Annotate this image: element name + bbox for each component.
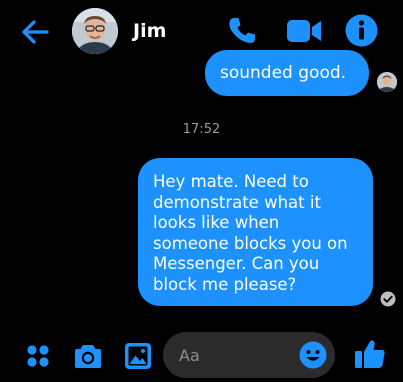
info-icon[interactable] (345, 14, 378, 47)
camera-icon[interactable] (74, 343, 102, 369)
seen-avatar (377, 72, 397, 92)
phone-icon[interactable] (226, 15, 258, 47)
menu-dots-icon[interactable] (26, 344, 50, 368)
emoji-icon[interactable] (299, 341, 327, 369)
message-composer (0, 326, 403, 382)
message-timestamp: 17:52 (182, 122, 221, 137)
message-input-container (163, 332, 335, 378)
arrow-left-icon[interactable] (20, 17, 50, 47)
previous-message-text: sounded good. (220, 63, 347, 83)
seen-avatar-photo (377, 72, 397, 92)
message-input[interactable] (179, 332, 289, 378)
sent-message-bubble[interactable]: Hey mate. Need to demonstrate what it lo… (138, 158, 373, 306)
thumbs-up-icon[interactable] (354, 338, 386, 370)
contact-name[interactable]: Jim (133, 19, 166, 43)
avatar-photo (72, 8, 118, 54)
video-camera-icon[interactable] (286, 17, 322, 45)
contact-avatar[interactable] (72, 8, 118, 54)
read-check-icon (380, 291, 396, 307)
gallery-icon[interactable] (124, 342, 152, 370)
